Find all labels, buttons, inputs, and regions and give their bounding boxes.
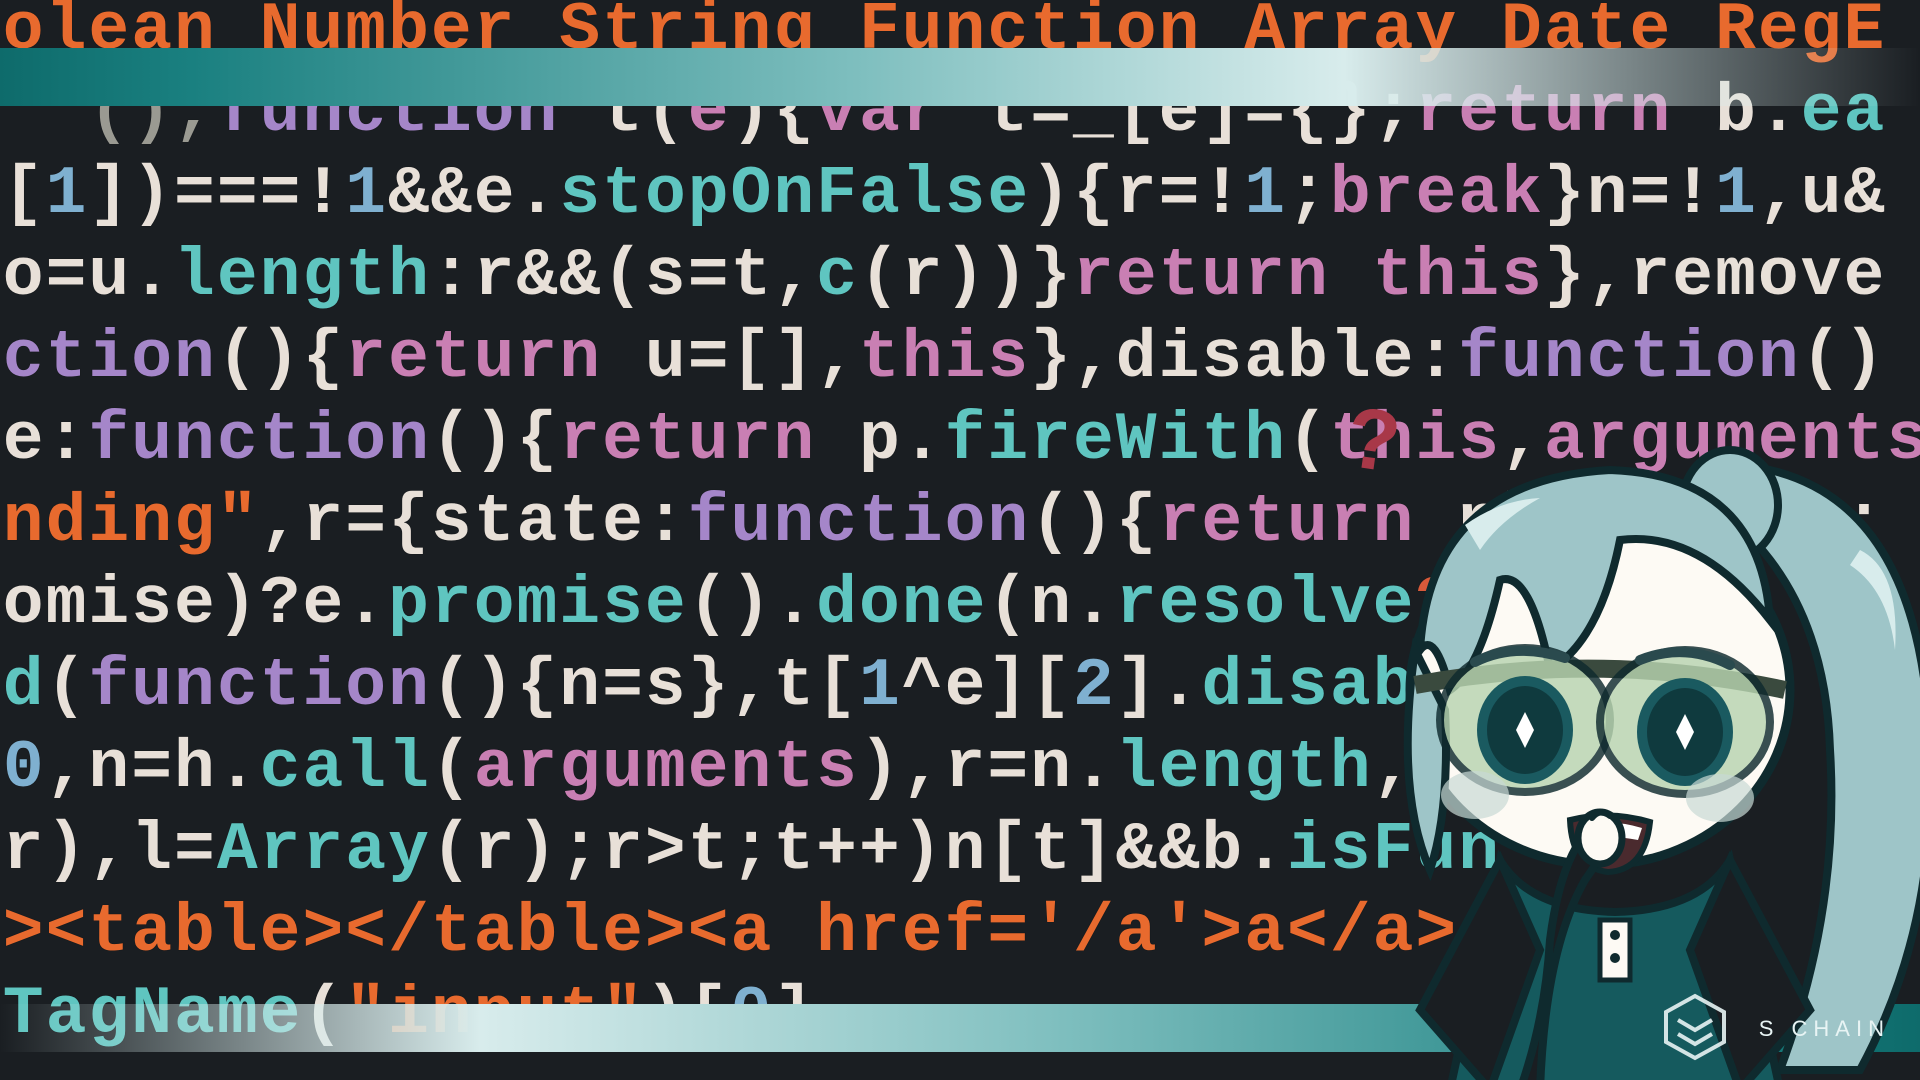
code-line: t[1])===!1&&e.stopOnFalse){r=!1;break}n=… bbox=[0, 154, 1920, 236]
top-gradient-bar bbox=[0, 48, 1920, 106]
code-line: nction(){return u=[],this},disable:funct… bbox=[0, 318, 1920, 400]
code-line: ?o=u.length:r&&(s=t,c(r))}return this},r… bbox=[0, 236, 1920, 318]
stage: oolean Number String Function Array Date… bbox=[0, 0, 1920, 1080]
code-line: /><table></table><a href='/a'>a</a> yp bbox=[0, 892, 1920, 974]
bottom-gradient-bar bbox=[0, 1004, 1920, 1052]
code-line: romise)?e.promise().done(n.resolve? re bbox=[0, 564, 1920, 646]
code-background: oolean Number String Function Array Date… bbox=[0, 0, 1920, 1056]
brand-text: S CHAIN bbox=[1759, 1016, 1890, 1042]
brand-logo-icon bbox=[1660, 992, 1730, 1062]
code-line: =0,n=h.call(arguments),r=n.length,i e& bbox=[0, 728, 1920, 810]
code-line: ending",r={state:function(){return n},al… bbox=[0, 482, 1920, 564]
code-line: (r),l=Array(r);r>t;t++)n[t]&&b.isFun [t bbox=[0, 810, 1920, 892]
code-line: dd(function(){n=s},t[1^e][2].disabl bbox=[0, 646, 1920, 728]
code-line: re:function(){return p.fireWith(this,arg… bbox=[0, 400, 1920, 482]
